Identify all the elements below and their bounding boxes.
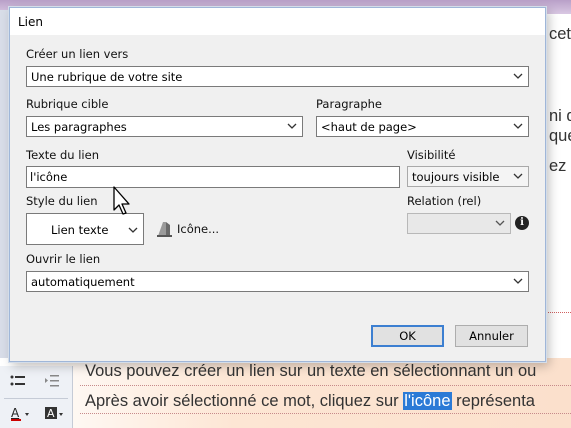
background-text-fragment: ez c: [549, 157, 571, 175]
info-icon[interactable]: i: [515, 216, 529, 230]
pillar-icon: [157, 222, 172, 237]
highlight-color-icon[interactable]: A: [44, 406, 66, 426]
font-color-icon[interactable]: A: [10, 406, 32, 426]
chevron-down-icon: [513, 123, 523, 129]
ok-button[interactable]: OK: [371, 325, 444, 347]
paragraph-line-2[interactable]: Après avoir sélectionné ce mot, cliquez …: [85, 392, 535, 411]
open-link-value: automatiquement: [31, 275, 135, 289]
background-text-fragment: ni q: [549, 107, 571, 125]
create-link-select[interactable]: Une rubrique de votre site: [26, 66, 529, 87]
target-section-value: Les paragraphes: [31, 120, 127, 134]
text-baseline: [80, 413, 571, 414]
link-style-value: Lien texte: [51, 223, 109, 237]
dialog-titlebar[interactable]: Lien: [10, 8, 545, 35]
background-text-fragment: cet: [549, 25, 571, 43]
selected-text[interactable]: l'icône: [403, 392, 452, 410]
create-link-label: Créer un lien vers: [26, 47, 129, 61]
open-link-label: Ouvrir le lien: [26, 252, 101, 266]
paragraph-text: représenta: [451, 392, 535, 410]
link-text-value: l'icône: [30, 170, 68, 184]
text-baseline: [80, 385, 571, 386]
paragraph-label: Paragraphe: [316, 97, 382, 111]
target-section-label: Rubrique cible: [26, 97, 109, 111]
open-link-select[interactable]: automatiquement: [26, 271, 529, 292]
create-link-value: Une rubrique de votre site: [31, 70, 183, 84]
link-text-input[interactable]: l'icône: [26, 166, 400, 188]
paragraph-line-1[interactable]: Vous pouvez créer un lien sur un texte e…: [85, 362, 536, 381]
link-text-label: Texte du lien: [26, 148, 99, 162]
icon-button-label: Icône...: [177, 222, 220, 236]
chevron-down-icon: [495, 220, 505, 226]
target-section-select[interactable]: Les paragraphes: [26, 116, 303, 137]
bullet-list-icon[interactable]: [10, 374, 26, 392]
toolbar-separator: [4, 398, 68, 399]
chevron-down-icon: [513, 173, 523, 179]
link-dialog: Lien Créer un lien vers Une rubrique de …: [9, 7, 546, 362]
format-toolbar: A A: [0, 366, 73, 428]
content-boundary-line: [545, 312, 571, 313]
relation-select[interactable]: [407, 213, 511, 234]
paragraph-value: <haut de page>: [321, 120, 417, 134]
relation-label: Relation (rel): [407, 194, 482, 208]
paragraph-select[interactable]: <haut de page>: [316, 116, 529, 137]
chevron-down-icon: [513, 73, 523, 79]
paragraph-text: Après avoir sélectionné ce mot, cliquez …: [85, 392, 404, 410]
visibility-value: toujours visible: [412, 170, 500, 184]
mouse-pointer-icon: [113, 186, 130, 215]
background-text-fragment: que: [549, 127, 571, 145]
visibility-label: Visibilité: [407, 148, 456, 162]
svg-text:A: A: [47, 407, 55, 420]
chevron-down-icon: [128, 227, 138, 233]
link-style-label: Style du lien: [26, 194, 98, 208]
dialog-body: Créer un lien vers Une rubrique de votre…: [10, 35, 545, 361]
visibility-select[interactable]: toujours visible: [407, 166, 529, 187]
cancel-button[interactable]: Annuler: [455, 325, 528, 347]
chevron-down-icon: [513, 278, 523, 284]
chevron-down-icon: [287, 123, 297, 129]
svg-text:A: A: [11, 406, 20, 420]
dialog-title: Lien: [18, 15, 44, 29]
indent-icon[interactable]: [44, 374, 60, 392]
